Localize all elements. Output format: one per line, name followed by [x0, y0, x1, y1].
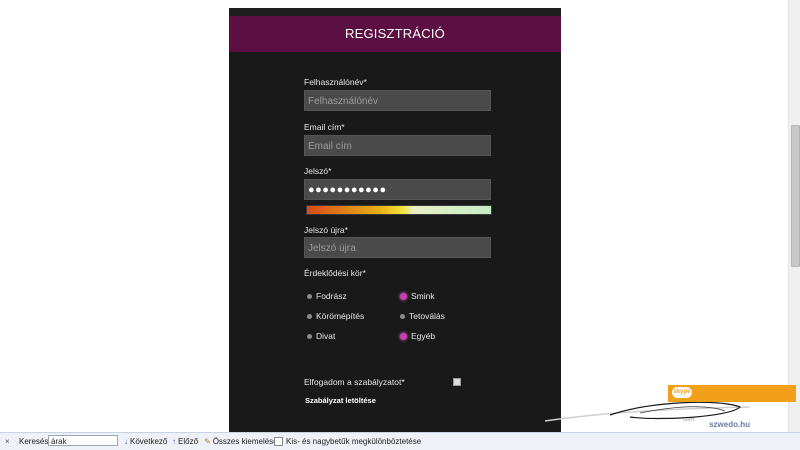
username-label: Felhasználónév* — [304, 77, 367, 87]
find-bar: × Keresés: árak ↓ Következő ↑ Előző ✎ Össze… — [0, 432, 800, 450]
username-input[interactable]: Felhasználónév — [304, 90, 491, 111]
match-case-checkbox[interactable] — [274, 437, 283, 447]
confirm-password-input[interactable]: Jelszó újra — [304, 237, 491, 258]
registration-panel: REGISZTRÁCIÓ Felhasználónév* Felhasználó… — [229, 8, 561, 432]
panel-top-strip — [229, 8, 561, 16]
interest-option-fodrasz[interactable]: Fodrász — [307, 291, 347, 301]
highlight-all-button[interactable]: ✎ Összes kiemelése — [204, 433, 278, 450]
arrow-down-icon: ↓ — [124, 437, 128, 446]
find-input[interactable]: árak — [48, 435, 118, 446]
page-scrollbar[interactable] — [788, 0, 800, 432]
radio-icon[interactable] — [400, 314, 405, 320]
password-strength-bar — [306, 205, 492, 215]
radio-selected-icon[interactable] — [400, 333, 407, 341]
skype-advertisement[interactable]: skype szerv szwedo.hu — [668, 385, 796, 432]
arrow-up-icon: ↑ — [172, 437, 176, 446]
interest-option-divat[interactable]: Divat — [307, 331, 335, 341]
close-icon[interactable]: × — [5, 433, 10, 450]
radio-icon[interactable] — [307, 294, 312, 300]
terms-checkbox[interactable] — [453, 378, 461, 386]
find-label: Keresés: — [19, 437, 51, 446]
find-prev-button[interactable]: ↑ Előző — [172, 433, 198, 450]
form-title: REGISZTRÁCIÓ — [229, 16, 561, 52]
interests-label: Érdeklődési kör* — [304, 268, 366, 278]
radio-icon[interactable] — [307, 334, 312, 340]
interest-option-korom[interactable]: Körömépítés — [307, 311, 364, 321]
interest-option-smink[interactable]: Smink — [400, 291, 435, 301]
confirm-password-label: Jelszó újra* — [304, 225, 348, 235]
scrollbar-thumb[interactable] — [791, 125, 800, 267]
terms-label: Elfogadom a szabályzatot* — [304, 377, 405, 387]
ad-orange-bar: skype — [668, 385, 796, 402]
ad-small-text: szerv — [683, 417, 695, 423]
password-input[interactable]: ●●●●●●●●●●● — [304, 179, 491, 200]
find-next-button[interactable]: ↓ Következő — [124, 433, 167, 450]
match-case-option[interactable]: Kis- és nagybetűk megkülönböztetése — [274, 433, 421, 450]
email-input[interactable]: Email cím — [304, 135, 491, 156]
password-label: Jelszó* — [304, 166, 332, 176]
skype-logo-icon: skype — [672, 387, 692, 398]
radio-icon[interactable] — [307, 314, 312, 320]
email-label: Email cím* — [304, 122, 345, 132]
highlighter-icon: ✎ — [204, 437, 211, 446]
terms-download-link[interactable]: Szabályzat letöltése — [305, 396, 376, 405]
radio-selected-icon[interactable] — [400, 293, 407, 301]
interest-option-tetovalas[interactable]: Tetoválás — [400, 311, 445, 321]
interest-option-egyeb[interactable]: Egyéb — [400, 331, 435, 341]
ad-site-name: szwedo.hu — [709, 420, 750, 429]
